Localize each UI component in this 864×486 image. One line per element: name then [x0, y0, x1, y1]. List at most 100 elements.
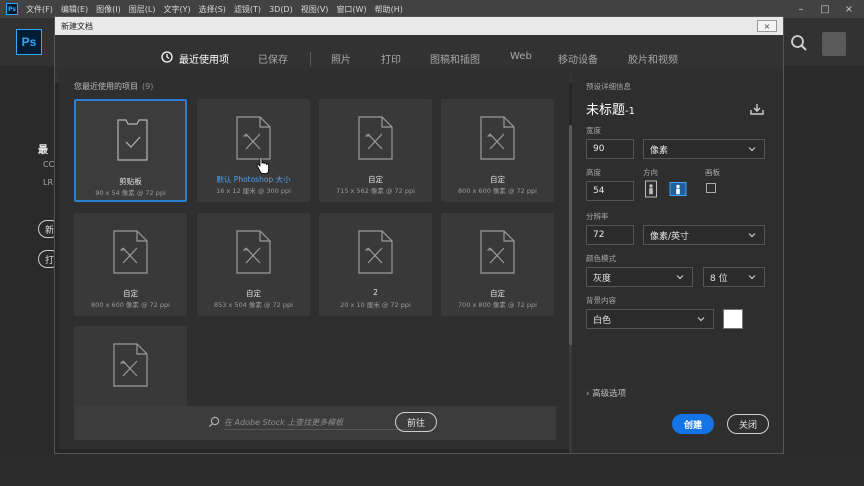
preset-card[interactable]: 自定 800 x 600 像素 @ 72 ppi [74, 213, 187, 316]
portrait-orientation-icon[interactable] [642, 180, 660, 198]
color-mode-value: 灰度 [593, 273, 612, 284]
bg-recent-heading: 最 [38, 145, 48, 156]
dialog-titlebar: 新建文档 × [55, 17, 783, 35]
artboard-label: 画板 [705, 168, 720, 177]
preset-card-name: 自定 [490, 175, 505, 184]
tab-recent[interactable]: 最近使用项 [179, 51, 229, 66]
dialog-close-button[interactable]: × [757, 20, 777, 32]
clock-icon [161, 51, 173, 63]
preset-card[interactable]: 自定 853 x 504 像素 @ 72 ppi [197, 213, 310, 316]
chevron-down-icon [748, 147, 756, 152]
preset-card-dimensions: 800 x 600 像素 @ 72 ppi [458, 187, 537, 195]
chevron-right-icon: › [586, 389, 590, 399]
maximize-button[interactable]: □ [814, 0, 836, 18]
preset-card[interactable]: 自定 715 x 562 像素 @ 72 ppi [319, 99, 432, 202]
blank-document-icon [236, 116, 271, 160]
preset-card[interactable]: 2 20 x 10 厘米 @ 72 ppi [319, 213, 432, 316]
tab-art-illustration[interactable]: 图稿和插图 [430, 51, 480, 66]
blank-document-icon [236, 230, 271, 274]
recent-items-label: 您最近使用的项目 [74, 82, 138, 91]
preset-card-dimensions: 715 x 562 像素 @ 72 ppi [336, 187, 415, 195]
width-unit-value: 像素 [650, 145, 669, 156]
recent-items-count: (9) [142, 82, 154, 91]
stock-search-input[interactable] [224, 416, 414, 430]
preset-card[interactable]: 自定 800 x 600 像素 @ 72 ppi [441, 99, 554, 202]
blank-document-icon [358, 230, 393, 274]
blank-document-icon [480, 116, 515, 160]
window-close-button[interactable]: × [838, 0, 860, 18]
close-button[interactable]: 关闭 [727, 414, 769, 434]
width-input[interactable]: 90 [586, 139, 634, 159]
menu-type[interactable]: 文字(Y) [163, 4, 190, 15]
orientation-label: 方向 [643, 168, 658, 177]
ps-app-icon: Ps [6, 3, 18, 15]
menu-file[interactable]: 文件(F) [26, 4, 53, 15]
menu-layer[interactable]: 图层(L) [129, 4, 156, 15]
artboard-checkbox[interactable] [706, 183, 716, 193]
preset-card[interactable]: 自定 700 x 800 像素 @ 72 ppi [441, 213, 554, 316]
chevron-down-icon [748, 275, 756, 280]
document-name-text: 未标题 [586, 103, 626, 118]
user-avatar[interactable] [822, 32, 846, 56]
menu-select[interactable]: 选择(S) [199, 4, 226, 15]
menu-help[interactable]: 帮助(H) [375, 4, 403, 15]
preset-card[interactable]: 剪贴板 90 x 54 像素 @ 72 ppi [74, 99, 187, 202]
resolution-input[interactable]: 72 [586, 225, 634, 245]
save-preset-icon[interactable] [750, 103, 764, 115]
tab-mobile[interactable]: 移动设备 [558, 51, 598, 66]
tab-photo[interactable]: 照片 [331, 51, 351, 66]
tab-web[interactable]: Web [510, 51, 532, 62]
color-mode-select[interactable]: 灰度 [586, 267, 693, 287]
minimize-button[interactable]: – [790, 0, 812, 18]
bg-lr-label: LR [43, 178, 54, 187]
preset-card-name: 自定 [246, 289, 261, 298]
photoshop-window: Ps 文件(F) 编辑(E) 图像(I) 图层(L) 文字(Y) 选择(S) 滤… [0, 0, 864, 486]
preset-card-name: 自定 [123, 289, 138, 298]
chevron-down-icon [697, 317, 705, 322]
ps-logo: Ps [16, 29, 42, 55]
menu-3d[interactable]: 3D(D) [269, 5, 293, 14]
stock-go-button[interactable]: 前往 [395, 412, 437, 432]
menu-edit[interactable]: 编辑(E) [61, 4, 88, 15]
preset-card-dimensions: 20 x 10 厘米 @ 72 ppi [340, 301, 411, 309]
resolution-unit-select[interactable]: 像素/英寸 [643, 225, 765, 245]
height-input[interactable]: 54 [586, 181, 634, 201]
preset-details-panel: 预设详细信息 未标题-1 宽度 90 像素 高度 54 方向 画板 分辨率 72… [572, 69, 783, 453]
tab-print[interactable]: 打印 [381, 51, 401, 66]
tab-film-video[interactable]: 胶片和视频 [628, 51, 678, 66]
background-select[interactable]: 白色 [586, 309, 714, 329]
bit-depth-value: 8 位 [710, 273, 728, 284]
app-footer [0, 452, 864, 486]
preset-card-dimensions: 800 x 600 像素 @ 72 ppi [91, 301, 170, 309]
resolution-label: 分辨率 [586, 212, 609, 221]
preset-details-label: 预设详细信息 [586, 82, 631, 91]
bg-cc-label: CC [43, 160, 55, 169]
blank-document-icon [358, 116, 393, 160]
hand-cursor-icon [256, 157, 269, 174]
width-unit-select[interactable]: 像素 [643, 139, 765, 159]
blank-document-icon [113, 343, 148, 387]
background-color-swatch[interactable] [723, 309, 743, 329]
preset-card-dimensions: 700 x 800 像素 @ 72 ppi [458, 301, 537, 309]
menu-filter[interactable]: 滤镜(T) [234, 4, 261, 15]
create-button[interactable]: 创建 [672, 414, 714, 434]
preset-card-dimensions: 853 x 504 像素 @ 72 ppi [214, 301, 293, 309]
dialog-title: 新建文档 [61, 21, 93, 31]
document-name-suffix: -1 [625, 106, 635, 117]
height-label: 高度 [586, 168, 601, 177]
preset-card-dimensions: 16 x 12 厘米 @ 300 ppi [216, 187, 291, 195]
landscape-orientation-icon[interactable] [669, 180, 687, 198]
preset-card[interactable]: 默认 Photoshop 大小 16 x 12 厘米 @ 300 ppi [197, 99, 310, 202]
advanced-options-toggle[interactable]: › 高级选项 [586, 387, 626, 399]
search-icon[interactable] [790, 34, 808, 52]
menu-window[interactable]: 窗口(W) [336, 4, 366, 15]
background-label: 背景内容 [586, 296, 616, 305]
recent-items-heading: 您最近使用的项目 (9) [74, 81, 153, 92]
menu-view[interactable]: 视图(V) [301, 4, 329, 15]
adobe-stock-bar: 前往 [74, 406, 556, 440]
menu-image[interactable]: 图像(I) [96, 4, 121, 15]
bit-depth-select[interactable]: 8 位 [703, 267, 765, 287]
document-name[interactable]: 未标题-1 [586, 99, 635, 118]
tab-saved[interactable]: 已保存 [258, 51, 288, 66]
resolution-unit-value: 像素/英寸 [650, 231, 690, 242]
